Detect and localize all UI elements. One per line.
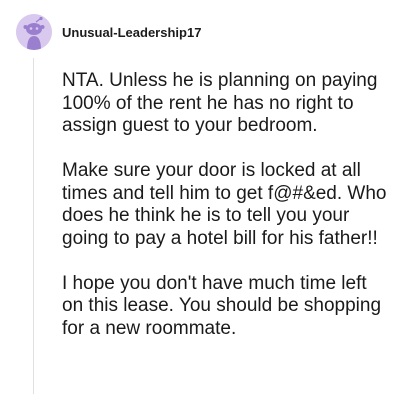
- comment-paragraph: I hope you don't have much time left on …: [62, 272, 382, 339]
- comment-paragraph: Make sure your door is locked at all tim…: [62, 160, 387, 249]
- comment-card: Unusual-Leadership17 NTA. Unless he is p…: [0, 0, 400, 409]
- snoo-avatar-icon[interactable]: [16, 14, 52, 50]
- comment-header: Unusual-Leadership17: [16, 14, 201, 50]
- username-link[interactable]: Unusual-Leadership17: [62, 25, 201, 40]
- thread-line[interactable]: [33, 58, 34, 394]
- comment-body: NTA. Unless he is planning on paying 100…: [62, 70, 392, 340]
- comment-paragraph: NTA. Unless he is planning on paying 100…: [62, 70, 378, 136]
